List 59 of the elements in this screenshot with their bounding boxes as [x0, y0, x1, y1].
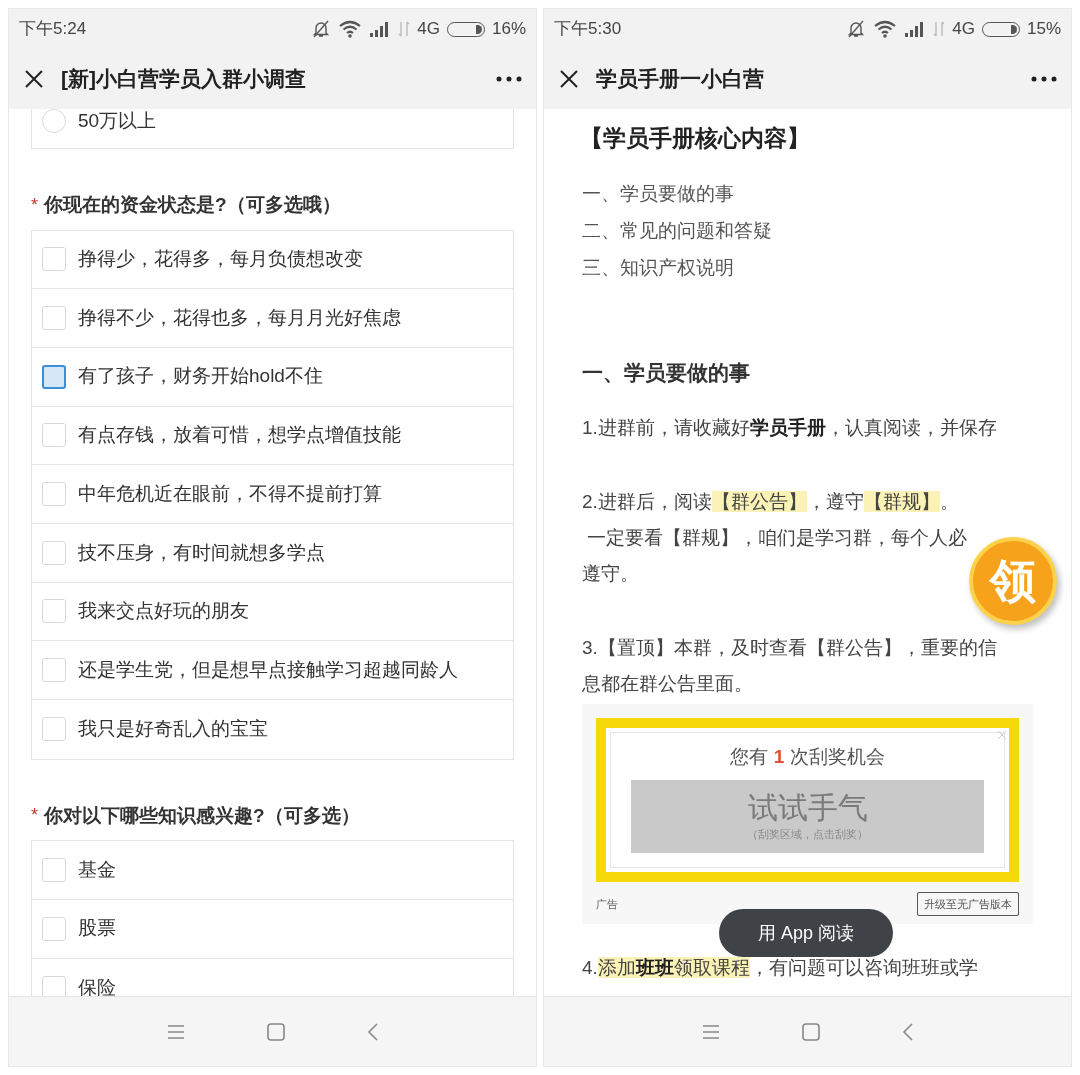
paragraph-line: 4.添加班班领取课程，有问题可以咨询班班或学 — [582, 956, 978, 980]
required-marker: * — [31, 193, 38, 217]
question-title: 你现在的资金状态是?（可多选哦） — [44, 193, 341, 217]
option-label: 基金 — [78, 857, 116, 882]
option-label: 中年危机近在眼前，不得不提前打算 — [78, 481, 382, 506]
required-marker: * — [31, 804, 38, 828]
data-arrows-icon — [398, 20, 411, 38]
option-label: 有了孩子，财务开始hold不住 — [78, 364, 323, 389]
contents-item: 一、学员要做的事 — [582, 182, 735, 206]
more-icon[interactable] — [496, 76, 522, 82]
page-title: [新]小白营学员入群小调查 — [61, 66, 306, 93]
home-icon[interactable] — [800, 1021, 821, 1042]
paragraph-line: 一定要看【群规】，咱们是学习群，每个人必 — [586, 526, 968, 550]
option-label: 还是学生党，但是想早点接触学习超越同龄人 — [78, 657, 458, 682]
paragraph-line: 息都在群公告里面。 — [582, 672, 753, 696]
upgrade-button[interactable]: 升级至无广告版本 — [917, 891, 1019, 916]
option-label: 挣得少，花得多，每月负债想改变 — [78, 247, 363, 272]
option-label: 股票 — [78, 916, 116, 941]
option-label: 挣得不少，花得也多，每月月光好焦虑 — [78, 305, 401, 330]
status-time: 下午5:24 — [19, 18, 87, 41]
more-icon[interactable] — [1031, 76, 1057, 82]
question-title: 你对以下哪些知识感兴趣?（可多选） — [44, 803, 360, 828]
back-icon[interactable] — [900, 1021, 915, 1042]
status-time: 下午5:30 — [554, 18, 622, 41]
checkbox[interactable] — [42, 364, 66, 389]
ad-label: 广告 — [596, 896, 618, 912]
read-in-app-button[interactable]: 用 App 阅读 — [719, 909, 893, 957]
paragraph-line: 1.进群前，请收藏好学员手册，认真阅读，并保存 — [582, 416, 997, 440]
page-title: 学员手册一小白营 — [596, 66, 764, 93]
option-label: 技不压身，有时间就想多学点 — [78, 540, 325, 565]
battery-percent: 16% — [491, 18, 526, 41]
back-icon[interactable] — [365, 1021, 380, 1042]
ad-prompt: 您有 1 次刮奖机会 — [730, 745, 885, 769]
scratch-title: 试试手气 — [747, 789, 868, 826]
close-icon[interactable] — [558, 68, 580, 90]
option-label: 保险 — [78, 975, 116, 996]
paragraph-line: 2.进群后，阅读【群公告】，遵守【群规】。 — [582, 490, 959, 514]
section-heading: 一、学员要做的事 — [582, 360, 751, 386]
network-type: 4G — [952, 18, 975, 41]
article-heading: 【学员手册核心内容】 — [580, 124, 811, 153]
menu-icon[interactable] — [700, 1023, 721, 1040]
option-label: 50万以上 — [78, 109, 157, 133]
radio-button[interactable] — [42, 109, 66, 133]
option-label: 我只是好奇乱入的宝宝 — [78, 717, 268, 742]
battery-percent: 15% — [1026, 18, 1061, 41]
contents-item: 三、知识产权说明 — [582, 256, 735, 280]
menu-icon[interactable] — [165, 1023, 186, 1040]
paragraph-line: 遵守。 — [582, 562, 639, 586]
home-icon[interactable] — [265, 1021, 286, 1042]
wifi-icon — [338, 20, 363, 38]
wifi-icon — [873, 20, 898, 38]
contents-item: 二、常见的问题和答疑 — [582, 219, 773, 243]
paragraph-line: 3.【置顶】本群，及时查看【群公告】，重要的信 — [582, 636, 997, 660]
close-icon[interactable] — [23, 68, 45, 90]
network-type: 4G — [417, 18, 440, 41]
option-label: 有点存钱，放着可惜，想学点增值技能 — [78, 423, 401, 448]
data-arrows-icon — [933, 20, 946, 38]
option-label: 我来交点好玩的朋友 — [78, 599, 249, 624]
scratch-hint: （刮奖区域，点击刮奖） — [747, 826, 868, 842]
